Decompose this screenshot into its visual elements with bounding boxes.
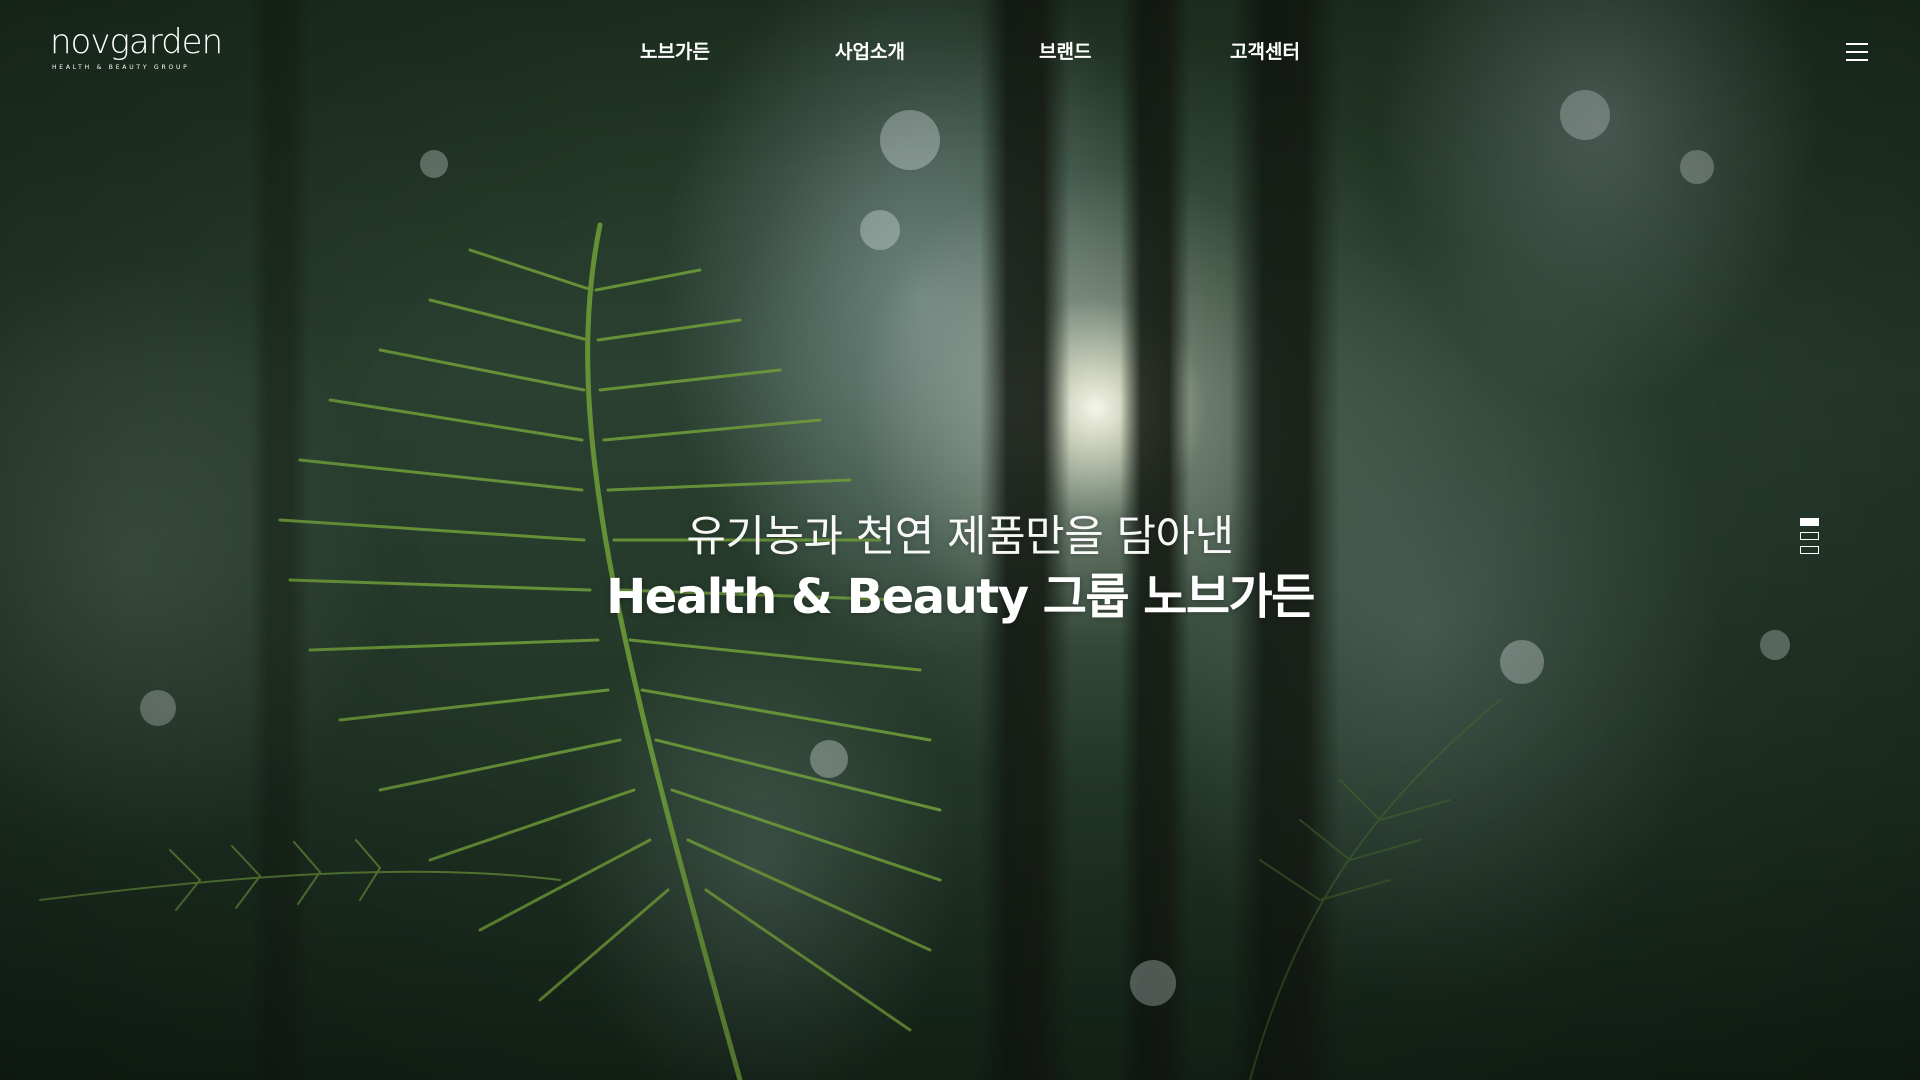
hero-copy: 유기농과 천연 제품만을 담아낸 Health & Beauty 그룹 노브가든 [0,508,1920,628]
pager-dot-2[interactable] [1800,532,1819,540]
nav-item-customer-center[interactable]: 고객센터 [1230,38,1300,66]
hero-subheading: 유기농과 천연 제품만을 담아낸 [686,512,1234,562]
pager-dot-1[interactable] [1800,518,1819,526]
main-nav: 노브가든 사업소개 브랜드 고객센터 [0,38,1920,68]
site-header: novgarden HEALTH & BEAUTY GROUP 노브가든 사업소… [0,0,1920,104]
slide-pager [1800,518,1820,560]
page: novgarden HEALTH & BEAUTY GROUP 노브가든 사업소… [0,0,1920,1080]
hero-heading: Health & Beauty 그룹 노브가든 [606,569,1315,625]
nav-item-novgarden[interactable]: 노브가든 [640,38,710,66]
hamburger-icon[interactable] [1846,42,1870,62]
nav-item-brand[interactable]: 브랜드 [1039,38,1091,66]
pager-dot-3[interactable] [1800,546,1819,554]
nav-item-business[interactable]: 사업소개 [835,38,905,66]
